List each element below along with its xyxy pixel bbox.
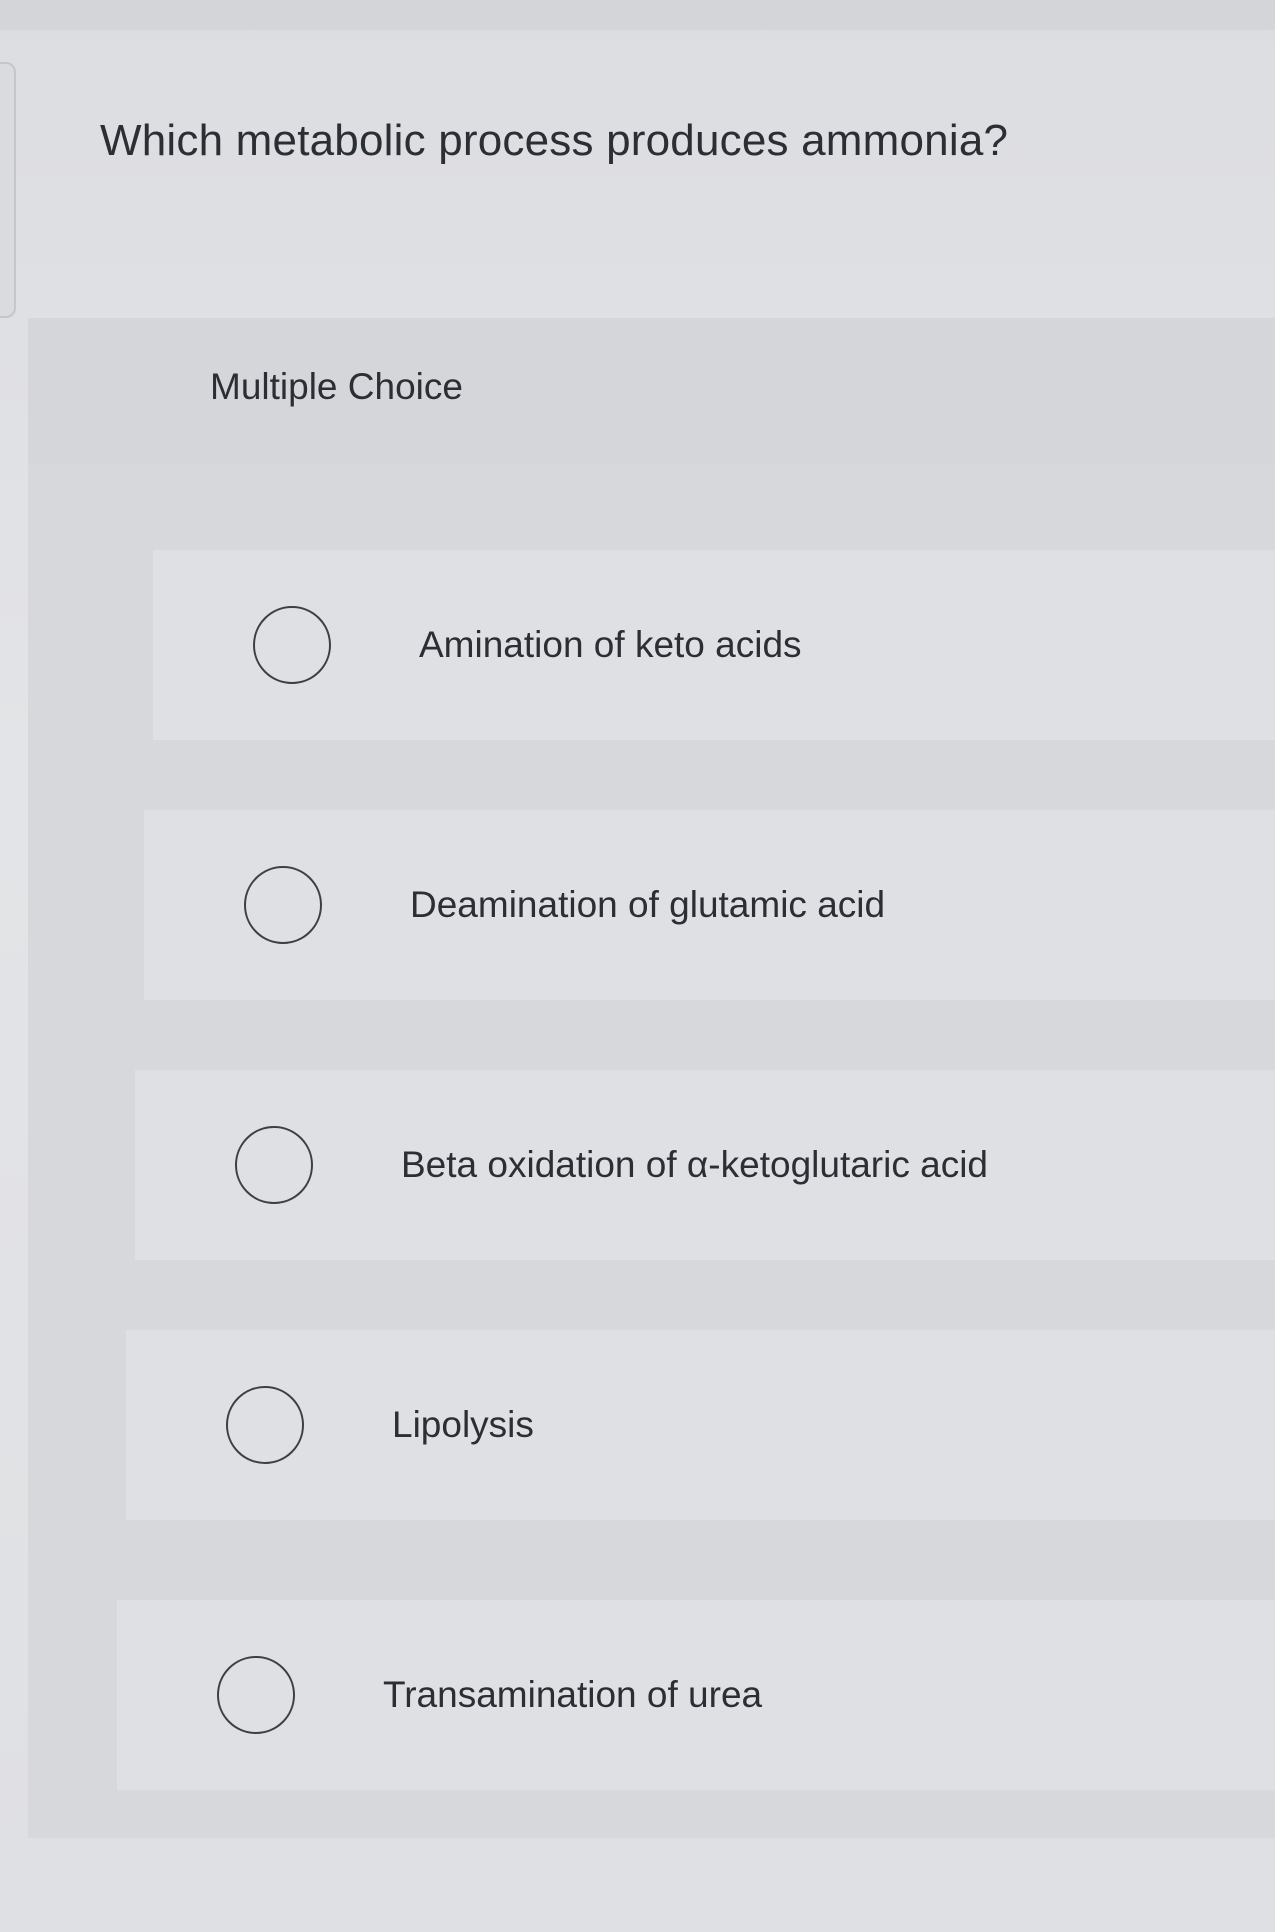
multiple-choice-label: Multiple Choice (210, 366, 463, 407)
radio-button-icon[interactable] (235, 1126, 313, 1204)
choice-panel-header: Multiple Choice (28, 318, 1275, 464)
radio-button-icon[interactable] (217, 1656, 295, 1734)
choice-option-label: Lipolysis (392, 1404, 534, 1445)
choice-option-label: Transamination of urea (383, 1674, 763, 1715)
radio-button-icon[interactable] (244, 866, 322, 944)
left-edge-tab (0, 62, 16, 318)
choice-option-3[interactable]: Beta oxidation of α-ketoglutaric acid (135, 1070, 1275, 1260)
choice-option-2[interactable]: Deamination of glutamic acid (144, 810, 1275, 1000)
screen-top-edge (0, 0, 1275, 30)
choice-option-1[interactable]: Amination of keto acids (153, 550, 1275, 740)
choice-option-4[interactable]: Lipolysis (126, 1330, 1275, 1520)
question-text: Which metabolic process produces ammonia… (100, 116, 1009, 165)
multiple-choice-panel: Multiple Choice Amination of keto acids … (28, 318, 1275, 1838)
radio-button-icon[interactable] (226, 1386, 304, 1464)
choice-option-label: Beta oxidation of α-ketoglutaric acid (401, 1144, 988, 1185)
choice-option-label: Amination of keto acids (419, 624, 802, 665)
choice-option-label: Deamination of glutamic acid (410, 884, 886, 925)
radio-button-icon[interactable] (253, 606, 331, 684)
choice-option-5[interactable]: Transamination of urea (117, 1600, 1275, 1790)
